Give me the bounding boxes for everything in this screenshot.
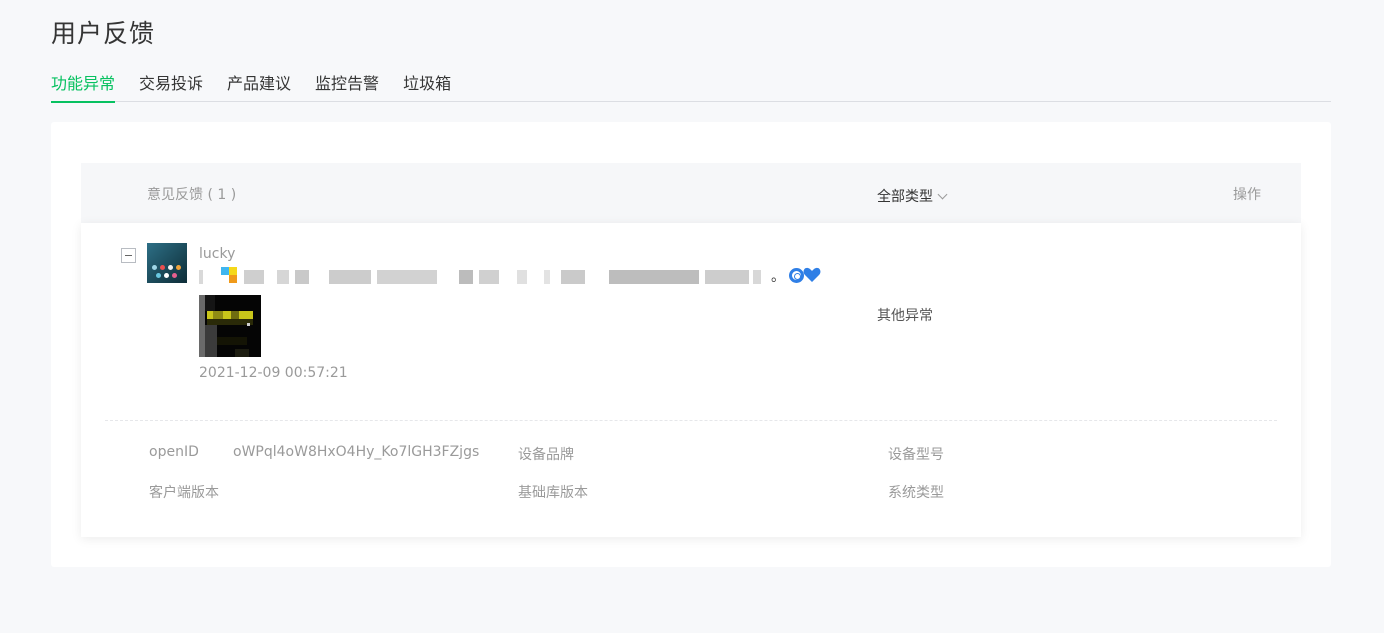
type-filter-label: 全部类型 bbox=[877, 189, 933, 205]
tab-monitoring-alert[interactable]: 监控告警 bbox=[315, 70, 379, 102]
avatar[interactable] bbox=[147, 243, 187, 283]
base-lib-version-label: 基础库版本 bbox=[518, 485, 588, 501]
table-header: 意见反馈 ( 1 ) 全部类型 操作 bbox=[81, 163, 1301, 223]
client-version-label: 客户端版本 bbox=[149, 485, 219, 501]
row-divider bbox=[105, 420, 1277, 421]
openid-value: oWPql4oW8HxO4Hy_Ko7lGH3FZjgs bbox=[233, 444, 480, 460]
cyclone-emoji-icon bbox=[789, 268, 804, 283]
device-model-label: 设备型号 bbox=[888, 447, 944, 463]
header-action: 操作 bbox=[1233, 187, 1261, 203]
message-suffix: 。 bbox=[771, 269, 785, 285]
user-name[interactable]: lucky bbox=[199, 246, 235, 262]
table-row: lucky 。 2021-12-09 00:57:21 其他异常 openID … bbox=[81, 223, 1301, 537]
page: 用户反馈 功能异常 交易投诉 产品建议 监控告警 垃圾箱 意见反馈 ( 1 ) … bbox=[0, 0, 1384, 633]
header-feedback-count: 意见反馈 ( 1 ) bbox=[147, 187, 237, 203]
tab-product-suggestion[interactable]: 产品建议 bbox=[227, 70, 291, 102]
feedback-panel: 意见反馈 ( 1 ) 全部类型 操作 lucky 。 2021-12-09 00… bbox=[51, 122, 1331, 567]
tab-trash[interactable]: 垃圾箱 bbox=[403, 70, 451, 102]
type-filter-dropdown[interactable]: 全部类型 bbox=[877, 186, 948, 206]
os-type-label: 系统类型 bbox=[888, 485, 944, 501]
feedback-datetime: 2021-12-09 00:57:21 bbox=[199, 365, 348, 381]
openid-label: openID bbox=[149, 444, 199, 460]
collapse-minus-icon[interactable] bbox=[121, 248, 136, 263]
pixelated-message bbox=[199, 267, 761, 287]
page-title: 用户反馈 bbox=[51, 19, 156, 48]
tab-bar: 功能异常 交易投诉 产品建议 监控告警 垃圾箱 bbox=[51, 70, 1331, 103]
blue-heart-emoji-icon bbox=[803, 267, 821, 282]
tab-function-error[interactable]: 功能异常 bbox=[51, 70, 116, 103]
feedback-screenshot-thumbnail[interactable] bbox=[199, 295, 261, 357]
feedback-category: 其他异常 bbox=[877, 308, 933, 324]
chevron-down-icon bbox=[937, 189, 948, 199]
device-brand-label: 设备品牌 bbox=[518, 447, 574, 463]
tab-transaction-complaint[interactable]: 交易投诉 bbox=[139, 70, 203, 102]
